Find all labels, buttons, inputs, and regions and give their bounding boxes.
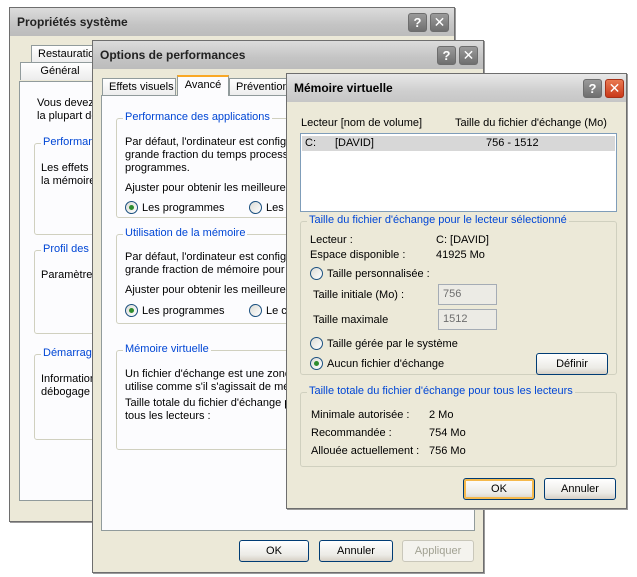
group-total-paging: Taille totale du fichier d'échange pour … [300,385,617,467]
help-icon[interactable]: ? [583,79,602,98]
recommended-value: 754 Mo [429,427,466,439]
group-line: Les effets [41,162,89,174]
desc-line: Un fichier d'échange est une zone [125,368,291,380]
intro-line-2: la plupart de [37,110,98,122]
radio-dot[interactable] [249,304,262,317]
allocated-value: 756 Mo [429,445,466,457]
max-size-label: Taille maximale [313,314,389,326]
group-line: la mémoire [41,175,96,187]
column-header-size: Taille du fichier d'échange (Mo) [455,117,607,129]
group-legend: Performance des applications [123,111,272,123]
group-legend: Taille totale du fichier d'échange pour … [307,385,575,397]
group-legend: Mémoire virtuelle [123,343,211,355]
help-icon[interactable]: ? [437,46,456,65]
desc-line: programmes. [125,162,190,174]
performance-options-titlebar[interactable]: Options de performances [93,41,483,69]
tab-visual-effects[interactable]: Effets visuels [102,78,176,96]
radio-label: Les programmes [142,201,225,214]
min-value: 2 Mo [429,409,454,421]
radio-dot[interactable] [310,337,323,350]
window-title: Propriétés système [17,15,128,29]
group-selected-drive: Taille du fichier d'échange pour le lect… [300,214,617,375]
cancel-button[interactable]: Annuler [544,478,616,500]
radio-dot-selected[interactable] [125,304,138,317]
radio-dot[interactable] [249,201,262,214]
close-icon[interactable]: ✕ [605,79,624,98]
radio-label: Taille personnalisée : [327,267,430,280]
desc-line: grande fraction de mémoire pour [125,264,285,276]
help-icon[interactable]: ? [408,13,427,32]
min-label: Minimale autorisée : [311,409,410,421]
tab-restauration[interactable]: Restauration [31,45,101,63]
tab-prevention[interactable]: Prévention [229,78,293,96]
space-value: 41925 Mo [436,249,485,261]
radio-dot-selected[interactable] [125,201,138,214]
radio-label: Aucun fichier d'échange [327,357,445,370]
tab-general[interactable]: Général [20,62,100,80]
radio-programs[interactable]: Les programmes [125,304,225,317]
radio-system-managed[interactable]: Taille gérée par le système [310,337,458,350]
desc-line: Par défaut, l'ordinateur est config [125,136,287,148]
intro-line-1: Vous devez [37,97,94,109]
desc-line: Par défaut, l'ordinateur est config [125,251,287,263]
drive-value: C: [DAVID] [436,234,489,246]
adjust-label: Ajuster pour obtenir les meilleures [125,284,292,296]
desc-line: utilise comme s'il s'agissait de mé [125,381,290,393]
radio-no-paging-file[interactable]: Aucun fichier d'échange [310,357,444,370]
apply-button[interactable]: Appliquer [402,540,474,562]
group-memory-usage: Utilisation de la mémoire Par défaut, l'… [116,227,296,324]
column-header-drive: Lecteur [nom de volume] [301,117,423,129]
group-legend: Taille du fichier d'échange pour le lect… [307,214,569,226]
window-title: Options de performances [100,48,246,62]
radio-programs[interactable]: Les programmes [125,201,225,214]
drive-size: 756 - 1512 [486,137,539,149]
desc-line: tous les lecteurs : [125,410,211,422]
allocated-label: Allouée actuellement : [311,445,420,457]
radio-label: Taille gérée par le système [327,337,458,350]
virtual-memory-window: Mémoire virtuelle ? ✕ Lecteur [nom de vo… [286,73,627,509]
close-icon[interactable]: ✕ [430,13,449,32]
ok-button[interactable]: OK [463,478,535,500]
group-legend: Utilisation de la mémoire [123,227,248,239]
max-size-input[interactable]: 1512 [438,309,497,330]
desc-line: Taille totale du fichier d'échange p [125,397,291,409]
ok-button[interactable]: OK [239,540,309,562]
list-item[interactable]: C: [DAVID] 756 - 1512 [302,136,615,151]
virtual-memory-client: Lecteur [nom de volume] Taille du fichie… [287,102,626,508]
close-icon[interactable]: ✕ [459,46,478,65]
desc-line: grande fraction du temps process [125,149,289,161]
radio-dot[interactable] [310,267,323,280]
drive-letter: C: [305,137,316,149]
group-line: débogage [41,386,90,398]
adjust-label: Ajuster pour obtenir les meilleures [125,182,292,194]
system-tab-panel: Vous devez la plupart de Performance Les… [19,81,114,501]
group-line: Paramètre [41,269,93,281]
system-properties-titlebar[interactable]: Propriétés système [10,8,454,36]
cancel-button[interactable]: Annuler [319,540,393,562]
drive-list[interactable]: C: [DAVID] 756 - 1512 [300,133,617,212]
window-title: Mémoire virtuelle [294,81,393,95]
group-app-performance: Performance des applications Par défaut,… [116,111,296,218]
initial-size-label: Taille initiale (Mo) : [313,289,405,301]
initial-size-input[interactable]: 756 [438,284,497,305]
set-button[interactable]: Définir [536,353,608,375]
tab-advanced[interactable]: Avancé [177,75,229,96]
group-virtual-memory: Mémoire virtuelle Un fichier d'échange e… [116,343,296,450]
virtual-memory-titlebar[interactable]: Mémoire virtuelle [287,74,626,102]
group-line: Information [41,373,97,385]
drive-label: Lecteur : [310,234,353,246]
radio-label: Les programmes [142,304,225,317]
space-label: Espace disponible : [310,249,406,261]
recommended-label: Recommandée : [311,427,392,439]
drive-volume: [DAVID] [335,137,374,149]
radio-dot-selected[interactable] [310,357,323,370]
radio-custom-size[interactable]: Taille personnalisée : [310,267,430,280]
